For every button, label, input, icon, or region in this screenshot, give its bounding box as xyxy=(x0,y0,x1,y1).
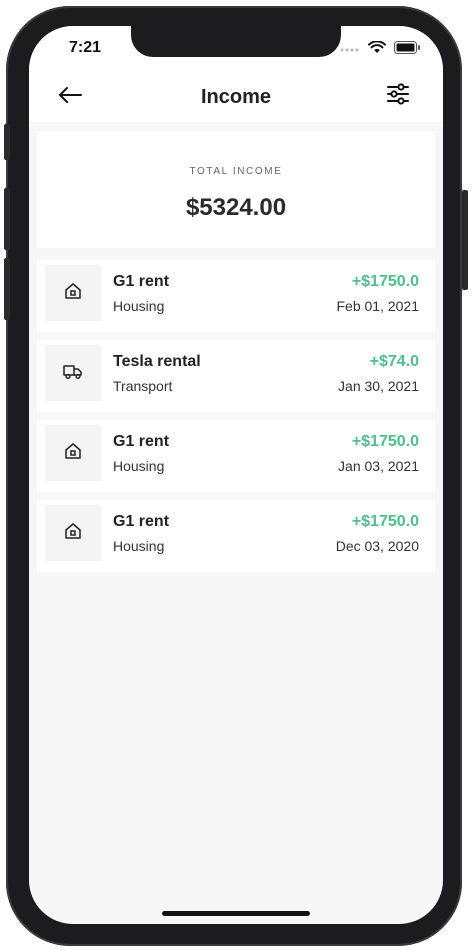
status-icons xyxy=(340,40,421,59)
transaction-date: Feb 01, 2021 xyxy=(336,298,419,314)
filter-button[interactable] xyxy=(383,81,413,111)
transaction-amount: +$74.0 xyxy=(369,353,419,370)
cellular-signal-icon xyxy=(340,41,360,59)
transaction-item[interactable]: G1 rent Housing +$1750.0 Feb 01, 2021 xyxy=(37,260,435,332)
notch xyxy=(131,26,341,57)
sliders-icon xyxy=(386,82,410,111)
transaction-amount: +$1750.0 xyxy=(351,433,419,450)
transaction-icon-box xyxy=(45,345,101,401)
header: Income xyxy=(29,72,443,122)
volume-down-button xyxy=(4,258,10,320)
transaction-title: G1 rent xyxy=(113,273,170,290)
transaction-icon-box xyxy=(45,505,101,561)
app-screen: 7:21 Income TOTAL INCOME $5324.00 G1 ren… xyxy=(29,26,443,924)
total-income-value: $5324.00 xyxy=(185,194,287,221)
transaction-list: G1 rent Housing +$1750.0 Feb 01, 2021 Te… xyxy=(37,260,435,580)
transaction-icon-box xyxy=(45,425,101,481)
house-icon xyxy=(63,441,83,466)
transaction-amount: +$1750.0 xyxy=(351,273,419,290)
transaction-category: Housing xyxy=(113,538,165,554)
transaction-icon-box xyxy=(45,265,101,321)
transaction-date: Jan 30, 2021 xyxy=(338,378,419,394)
transaction-date: Jan 03, 2021 xyxy=(338,458,419,474)
truck-icon xyxy=(62,362,84,385)
transaction-amount: +$1750.0 xyxy=(351,513,419,530)
page-title: Income xyxy=(200,86,272,108)
volume-up-button xyxy=(4,188,10,250)
transaction-category: Transport xyxy=(113,378,173,394)
transaction-category: Housing xyxy=(113,458,165,474)
transaction-date: Dec 03, 2020 xyxy=(335,538,419,554)
transaction-item[interactable]: G1 rent Housing +$1750.0 Jan 03, 2021 xyxy=(37,420,435,492)
house-icon xyxy=(63,521,83,546)
battery-icon xyxy=(394,41,421,59)
mute-switch xyxy=(4,124,10,160)
house-icon xyxy=(63,281,83,306)
transaction-title: Tesla rental xyxy=(113,353,201,370)
total-income-card: TOTAL INCOME $5324.00 xyxy=(37,131,435,248)
transaction-item[interactable]: G1 rent Housing +$1750.0 Dec 03, 2020 xyxy=(37,500,435,572)
transaction-title: G1 rent xyxy=(113,513,170,530)
power-button xyxy=(462,190,468,290)
home-indicator[interactable] xyxy=(162,911,310,916)
wifi-icon xyxy=(368,40,386,59)
transaction-category: Housing xyxy=(113,298,165,314)
transaction-title: G1 rent xyxy=(113,433,170,450)
transaction-item[interactable]: Tesla rental Transport +$74.0 Jan 30, 20… xyxy=(37,340,435,412)
status-time: 7:21 xyxy=(69,39,102,56)
total-income-label: TOTAL INCOME xyxy=(189,166,283,177)
